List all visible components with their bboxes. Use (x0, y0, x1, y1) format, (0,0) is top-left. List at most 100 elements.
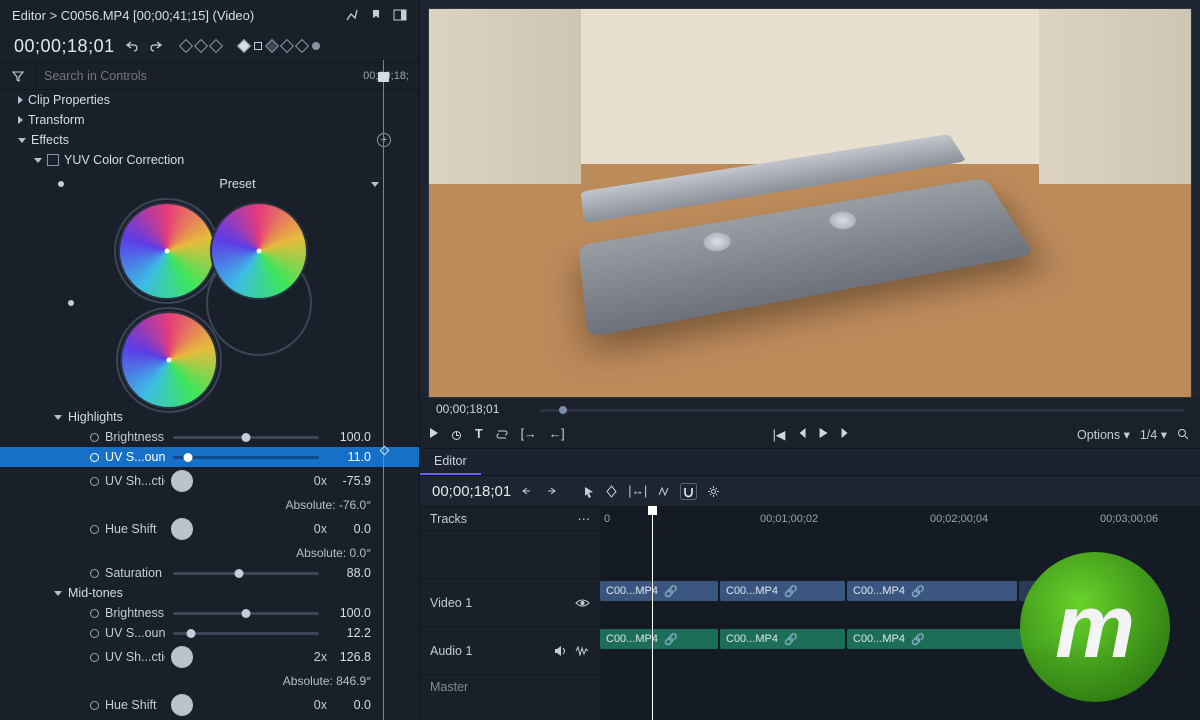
tree-yuv[interactable]: YUV Color Correction (0, 150, 419, 170)
video-clip[interactable]: C00...MP4🔗 (847, 581, 1017, 601)
magnet-icon[interactable] (680, 483, 697, 500)
hue-knob[interactable] (171, 518, 193, 540)
track-master-header[interactable]: Master (420, 674, 600, 698)
param-uv-sh-ction[interactable]: UV Sh...ction 0x -75.9 (0, 467, 419, 495)
kf-prev-icon[interactable] (179, 39, 193, 53)
text-icon[interactable]: T (475, 427, 483, 441)
hue-knob[interactable] (171, 470, 193, 492)
editor-breadcrumb: Editor > C0056.MP4 [00;00;41;15] (Video) (12, 8, 254, 23)
color-wheel-gain[interactable] (120, 311, 218, 409)
link-icon: 🔗 (664, 633, 678, 646)
audio-clip[interactable]: C00...MP4🔗 (720, 629, 845, 649)
tree-transform[interactable]: Transform (0, 110, 419, 130)
param-uv-s-ount[interactable]: UV S...ount 11.0 (0, 447, 419, 467)
tree-clip-properties[interactable]: Clip Properties (0, 90, 419, 110)
tl-undo-icon[interactable] (521, 485, 534, 498)
m-uvsh-absolute: Absolute: 846.9° (0, 671, 419, 691)
param-m-uvsh[interactable]: UV Sh...ction 2x 126.8 (0, 643, 419, 671)
search-icon[interactable] (1177, 428, 1190, 441)
timeline-playhead[interactable] (652, 506, 653, 720)
param-brightness[interactable]: Brightness 100.0 (0, 427, 419, 447)
step-fwd-icon[interactable] (841, 427, 847, 442)
filter-icon[interactable] (0, 63, 36, 89)
blade-tool-icon[interactable] (605, 485, 618, 498)
options-dropdown[interactable]: Options ▾ (1077, 427, 1130, 442)
eye-icon[interactable] (575, 597, 590, 609)
out-point-icon[interactable]: ←] (549, 427, 565, 441)
link-icon: 🔗 (664, 585, 678, 598)
link-icon: 🔗 (784, 585, 798, 598)
color-wheels[interactable] (60, 202, 389, 407)
uvsh-absolute: Absolute: -76.0° (0, 495, 419, 515)
section-highlights[interactable]: Highlights (0, 407, 419, 427)
kf-icon[interactable] (194, 39, 208, 53)
param-saturation[interactable]: Saturation 88.0 (0, 563, 419, 583)
play-center-icon[interactable] (819, 427, 827, 442)
play-icon[interactable] (430, 427, 438, 441)
tab-editor[interactable]: Editor (420, 449, 481, 475)
kf-mode-d-icon[interactable] (280, 39, 294, 53)
graph-icon[interactable] (345, 8, 359, 22)
tl-redo-icon[interactable] (544, 485, 557, 498)
param-m-hue[interactable]: Hue Shift 0x 0.0 (0, 691, 419, 719)
stopwatch-icon[interactable] (450, 428, 463, 441)
video-clip[interactable] (1019, 581, 1114, 601)
video-clip[interactable]: C00...MP4🔗 (720, 581, 845, 601)
hue-knob[interactable] (171, 646, 193, 668)
in-point-icon[interactable]: [→ (521, 427, 537, 441)
video-clip[interactable]: C00...MP4🔗 (600, 581, 718, 601)
panel-toggle-icon[interactable] (393, 8, 407, 22)
track-audio1-header[interactable]: Audio 1 (420, 626, 600, 674)
color-wheel-lift[interactable] (118, 202, 216, 300)
loop-icon[interactable] (495, 428, 509, 441)
audio-lane[interactable]: C00...MP4🔗 C00...MP4🔗 C00...MP4🔗 (600, 626, 1200, 674)
video-lane[interactable]: C00...MP4🔗 C00...MP4🔗 C00...MP4🔗 (600, 578, 1200, 626)
kf-mode-c-icon[interactable] (265, 39, 279, 53)
preset-dropdown[interactable]: Preset (58, 172, 379, 196)
preview-timecode: 00;00;18;01 (436, 402, 499, 416)
effect-enable-checkbox[interactable] (47, 154, 59, 166)
range-tool-icon[interactable]: |↔| (628, 484, 647, 498)
audio-clip[interactable]: C00...MP4🔗 (600, 629, 718, 649)
kf-next-icon[interactable] (209, 39, 223, 53)
marker-icon[interactable] (369, 8, 383, 22)
param-hue-shift[interactable]: Hue Shift 0x 0.0 (0, 515, 419, 543)
tracks-header[interactable]: Tracks ⋯ (420, 506, 600, 530)
step-back-icon[interactable] (799, 427, 805, 442)
waveform-icon[interactable] (575, 645, 590, 657)
color-wheel-gamma[interactable] (210, 202, 308, 300)
hue-knob[interactable] (171, 694, 193, 716)
param-m-brightness[interactable]: Brightness 100.0 (0, 603, 419, 623)
undo-icon[interactable] (125, 39, 139, 53)
preview-quality-dropdown[interactable]: 1/4 ▾ (1140, 427, 1167, 442)
param-m-uvs[interactable]: UV S...ount 12.2 (0, 623, 419, 643)
section-dot (68, 300, 74, 306)
tracks-menu-icon[interactable]: ⋯ (578, 511, 591, 526)
mini-playhead[interactable] (378, 72, 389, 82)
track-video1-header[interactable]: Video 1 (420, 578, 600, 626)
kf-mode-e-icon[interactable] (295, 39, 309, 53)
gear-icon[interactable] (707, 485, 720, 498)
kf-mode-b-icon[interactable] (254, 42, 262, 50)
search-input[interactable] (36, 63, 353, 89)
audio-clip[interactable]: C00...MP4🔗 (847, 629, 1107, 649)
redo-icon[interactable] (149, 39, 163, 53)
kf-mode-a-icon[interactable] (237, 39, 251, 53)
link-icon: 🔗 (784, 633, 798, 646)
speaker-icon[interactable] (554, 645, 567, 657)
snap-tool-icon[interactable] (657, 485, 670, 498)
go-start-icon[interactable]: |◀ (773, 427, 786, 442)
timeline-ruler[interactable]: 0 00;01;00;02 00;02;00;04 00;03;00;06 (600, 506, 1200, 530)
video-preview[interactable] (428, 8, 1192, 398)
add-effect-icon[interactable]: + (377, 133, 391, 147)
link-icon: 🔗 (911, 633, 925, 646)
pointer-tool-icon[interactable] (583, 485, 595, 498)
tree-effects[interactable]: Effects + (0, 130, 419, 150)
hue-absolute: Absolute: 0.0° (0, 543, 419, 563)
kf-mode-f-icon[interactable] (312, 42, 320, 50)
timeline-timecode[interactable]: 00;00;18;01 (432, 483, 511, 500)
chevron-down-icon (371, 182, 379, 187)
section-midtones[interactable]: Mid-tones (0, 583, 419, 603)
inspector-timecode[interactable]: 00;00;18;01 (14, 36, 115, 57)
preview-scrubber[interactable] (540, 409, 1184, 412)
